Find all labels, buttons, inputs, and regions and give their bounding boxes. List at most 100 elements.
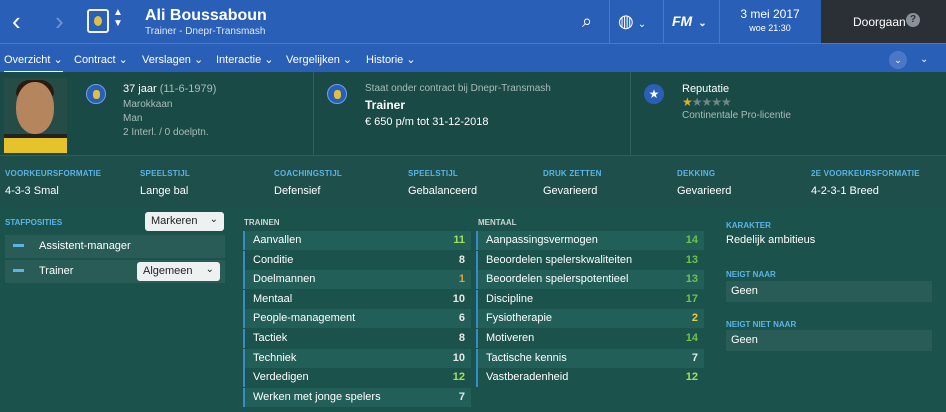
attribute-row[interactable]: Aanvallen 11 [243,231,471,250]
reputation-label: Reputatie [682,83,730,95]
forward-arrow-icon[interactable]: › [55,8,64,34]
attribute-row[interactable]: Mentaal 10 [243,289,471,309]
row-accent [243,270,245,290]
attribute-value: 1 [458,273,465,286]
tactic-label: SPEELSTIJL [140,169,191,178]
role-indicator [13,269,24,272]
attribute-name: Vastberadenheid [486,371,569,384]
player-age: 37 jaar (11-6-1979) [123,83,217,95]
tactic-label: SPEELSTIJL [408,169,459,178]
tab-reports[interactable]: Verslagen ⌄ [142,53,203,66]
attribute-name: Motiveren [486,332,535,344]
chevron-down-icon: ⌄ [209,214,218,225]
role-indicator [13,244,24,247]
attribute-value: 6 [458,312,465,325]
tends-heading: NEIGT NAAR [726,270,776,279]
tab-history[interactable]: Historie ⌄ [366,53,416,66]
chevron-down-icon[interactable]: ⌄ [889,51,907,69]
training-heading: TRAINEN [244,218,280,227]
row-accent [243,329,245,348]
coaching-license: Continentale Pro-licentie [682,110,791,121]
attribute-value: 10 [452,292,465,305]
attribute-row[interactable]: Motiveren 14 [476,329,704,348]
row-accent [476,309,478,329]
player-photo [4,78,67,153]
attribute-row[interactable]: Verdedigen 12 [243,368,471,388]
row-accent [243,348,245,368]
attribute-value: 13 [685,273,698,286]
up-down-icon[interactable]: ▲ ▼ [113,7,123,29]
attribute-name: Beoordelen spelerskwaliteiten [486,253,633,266]
attribute-value: 8 [458,332,465,344]
attribute-name: Tactische kennis [486,351,567,364]
game-date: 3 mei 2017 [740,7,800,21]
staff-role-row[interactable]: Assistent-manager [5,235,225,258]
fm-menu-icon[interactable]: FM ⌄ [672,13,707,29]
back-arrow-icon[interactable]: ‹ [12,8,21,34]
attribute-row[interactable]: Aanpassingsvermogen 14 [476,231,704,250]
attribute-row[interactable]: Tactiek 8 [243,329,471,348]
attribute-value: 14 [685,234,698,246]
attribute-value: 10 [452,351,465,364]
player-gender: Man [123,113,143,124]
attribute-value: 14 [685,332,698,344]
tab-compare[interactable]: Vergelijken ⌄ [286,53,352,66]
tab-overview[interactable]: Overzicht ⌄ [4,53,63,73]
character-value: Redelijk ambitieus [726,234,816,246]
attribute-name: Verdedigen [253,371,309,384]
not-tends-heading: NEIGT NIET NAAR [726,320,797,329]
chevron-down-icon[interactable]: ⌄ [920,54,928,65]
attribute-row[interactable]: Discipline 17 [476,289,704,309]
nation-badge-icon [86,84,106,104]
tactics-band: VOORKEURSFORMATIE 4-3-3 Smal SPEELSTIJL … [0,155,946,208]
attribute-value: 11 [453,234,465,246]
mental-heading: MENTAAL [478,218,517,227]
player-caps[interactable]: 2 Interl. / 0 doelptn. [123,127,209,138]
row-accent [243,387,245,407]
search-icon[interactable]: ⌕ [582,11,592,32]
chevron-down-icon: ⌄ [205,264,214,275]
tends-value: Geen [726,281,932,302]
continue-button[interactable]: Doorgaan ? [821,0,946,43]
player-nationality: Marokkaan [123,99,173,110]
row-accent [243,289,245,309]
attribute-row[interactable]: Techniek 10 [243,348,471,368]
main-panel: STAFPOSITIES Markeren ⌄ Assistent-manager… [0,208,946,412]
row-accent [476,329,478,348]
attribute-row[interactable]: Werken met jonge spelers 7 [243,387,471,407]
attribute-row[interactable]: Vastberadenheid 12 [476,368,704,388]
row-accent [476,368,478,388]
attribute-value: 7 [691,351,698,364]
divider [663,0,664,43]
attribute-row[interactable]: People-management 6 [243,309,471,329]
attribute-row[interactable]: Doelmannen 1 [243,270,471,290]
attribute-value: 12 [685,371,698,384]
attribute-value: 7 [458,390,465,403]
attribute-name: Werken met jonge spelers [253,390,381,403]
attribute-name: Discipline [486,292,534,305]
row-accent [243,231,245,250]
tactic-value: 4-3-3 Smal [5,185,59,197]
row-accent [476,270,478,290]
player-name: Ali Boussaboun [145,7,267,24]
attribute-value: 8 [458,253,465,266]
globe-icon[interactable]: ◍ ⌄ [618,11,646,32]
attribute-row[interactable]: Tactische kennis 7 [476,348,704,368]
attribute-row[interactable]: Beoordelen spelerspotentieel 13 [476,270,704,290]
staff-role-row[interactable]: Trainer Algemeen ⌄ [5,260,225,283]
attribute-name: Techniek [253,351,297,364]
attribute-name: Beoordelen spelerspotentieel [486,273,629,286]
attribute-row[interactable]: Fysiotherapie 2 [476,309,704,329]
club-badge-icon [327,84,347,104]
mark-dropdown[interactable]: Markeren ⌄ [145,212,224,231]
attribute-row[interactable]: Conditie 8 [243,250,471,270]
tactic-value: Gevarieerd [677,185,732,197]
tab-interaction[interactable]: Interactie ⌄ [216,53,274,66]
club-crest-icon[interactable] [87,9,109,33]
contract-label: Staat onder contract bij Dnepr-Transmash [365,83,551,94]
help-icon[interactable]: ? [906,13,920,27]
row-accent [476,231,478,250]
attribute-row[interactable]: Beoordelen spelerskwaliteiten 13 [476,250,704,270]
tab-contract[interactable]: Contract ⌄ [74,53,128,66]
role-type-dropdown[interactable]: Algemeen ⌄ [137,262,220,281]
